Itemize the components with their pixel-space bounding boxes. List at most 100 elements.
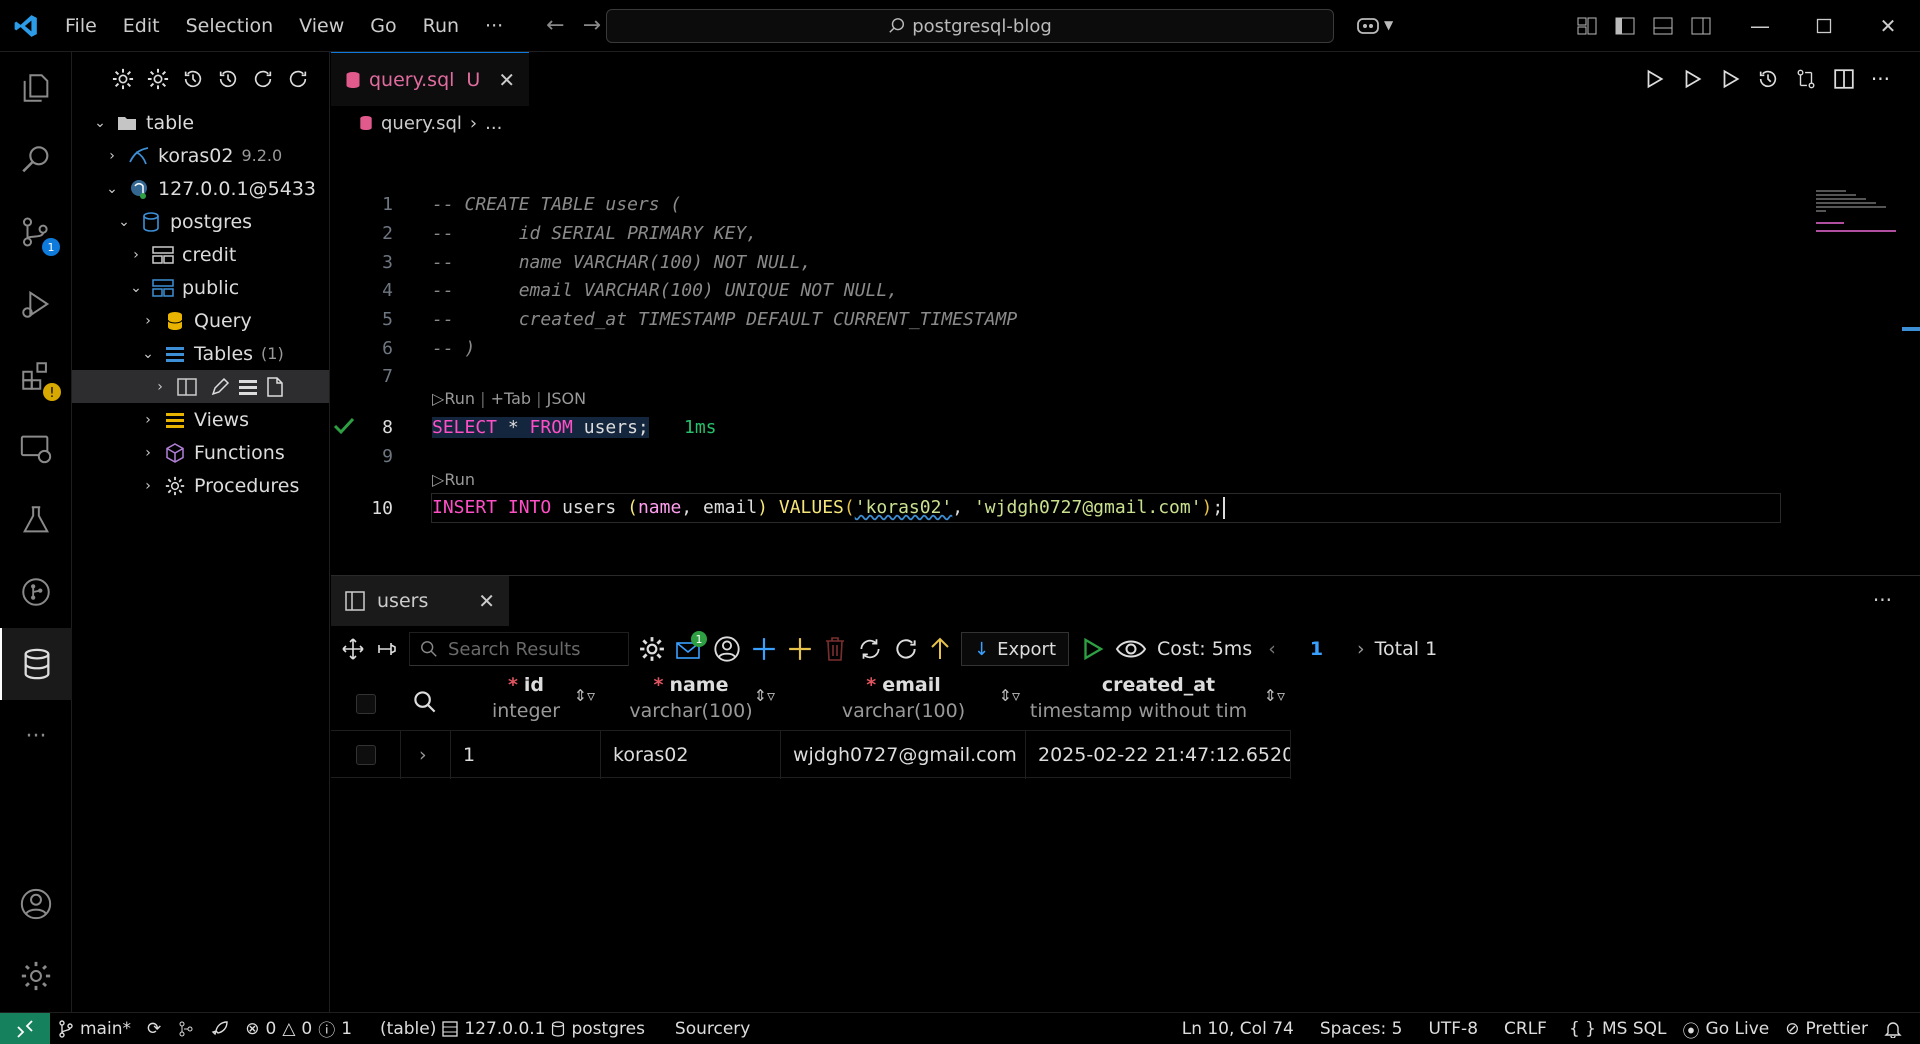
run-debug-icon[interactable] [0,268,72,340]
testing-flask-icon[interactable] [0,484,72,556]
next-page-icon[interactable]: › [1357,638,1365,660]
select-all-checkbox[interactable] [356,694,376,714]
sort-filter-icon[interactable]: ⇕▿ [1264,686,1285,705]
vscode-logo-icon[interactable] [0,0,52,52]
cell-name[interactable]: koras02 [601,731,781,779]
row-checkbox[interactable] [356,745,376,765]
toggle-panel-icon[interactable] [1644,0,1682,52]
maximize-icon[interactable] [1792,0,1856,52]
encoding[interactable]: UTF-8 [1420,1019,1486,1039]
remote-indicator-icon[interactable] [0,1012,50,1044]
expand-row-chevron-icon[interactable]: › [401,731,451,779]
sync-icon[interactable]: ⟳ [139,1019,169,1039]
tree-item-views[interactable]: › Views [72,403,329,436]
source-control-icon[interactable]: 1 [0,196,72,268]
sourcery-status[interactable]: Sourcery [667,1019,758,1039]
delete-trash-icon[interactable] [823,636,847,662]
remote-explorer-icon[interactable] [0,412,72,484]
tree-item-tables[interactable]: ⌄ Tables (1) [72,337,329,370]
more-views-icon[interactable]: ··· [0,700,72,772]
rocket-icon[interactable] [203,1020,237,1038]
refresh-icon[interactable] [893,636,919,662]
explorer-icon[interactable] [0,52,72,124]
database-view-icon[interactable] [0,628,72,700]
sync-icon[interactable] [857,636,883,662]
eye-icon[interactable] [1115,637,1147,661]
refresh-icon[interactable] [252,68,274,90]
close-window-icon[interactable]: ✕ [1856,0,1920,52]
extensions-icon[interactable]: ! [0,340,72,412]
toggle-secondary-sidebar-icon[interactable] [1682,0,1720,52]
code-editor[interactable]: 1 -- CREATE TABLE users ( 2 -- id SERIAL P… [331,52,1811,575]
settings-gear-icon[interactable] [112,68,134,90]
tree-item-users-table[interactable]: › [72,370,329,403]
git-graph-icon[interactable] [0,556,72,628]
tree-item-schema-public[interactable]: ⌄ public [72,271,329,304]
tree-item-postgres-db[interactable]: ⌄ postgres [72,205,329,238]
connection-settings-gear-icon[interactable] [147,68,169,90]
edit-pencil-icon[interactable] [210,377,230,397]
cell-created-at[interactable]: 2025-02-22 21:47:12.652075 [1026,731,1291,779]
search-icon[interactable] [413,690,437,714]
minimize-icon[interactable]: — [1728,0,1792,52]
settings-gear-icon[interactable] [639,636,665,662]
column-header-id[interactable]: * id integer ⇕▿ [451,672,601,730]
arrow-up-icon[interactable] [929,636,951,662]
tab-users-results[interactable]: users ✕ [331,576,509,626]
add-column-icon[interactable] [787,636,813,662]
tree-item-query[interactable]: › Query [72,304,329,337]
search-view-icon[interactable] [0,124,72,196]
column-header-name[interactable]: * name varchar(100) ⇕▿ [601,672,781,730]
document-icon[interactable] [266,376,284,397]
panel-more-icon[interactable]: ··· [1873,588,1892,612]
git-graph-icon[interactable] [169,1020,203,1038]
back-arrow-icon[interactable]: ← [546,13,564,38]
active-connection[interactable]: (table) 127.0.0.1 postgres [372,1019,653,1039]
command-center-search[interactable]: postgresql-blog [606,9,1334,43]
language-mode[interactable]: { } MS SQL [1561,1019,1675,1039]
user-icon[interactable] [713,635,741,663]
table-row[interactable]: › 1 koras02 wjdgh0727@gmail.com 2025-02-… [331,730,1291,779]
tree-item-schema-credit[interactable]: › credit [72,238,329,271]
end-of-line[interactable]: CRLF [1496,1019,1555,1039]
tree-item-postgres-connection[interactable]: ⌄ 127.0.0.1@5433 [72,172,329,205]
tree-item-functions[interactable]: › Functions [72,436,329,469]
customize-layout-icon[interactable] [1568,0,1606,52]
go-live[interactable]: ⦿ Go Live [1675,1017,1778,1042]
execute-play-icon[interactable] [1079,636,1105,662]
toggle-sidebar-icon[interactable] [1606,0,1644,52]
cell-email[interactable]: wjdgh0727@gmail.com [781,731,1026,779]
column-header-created-at[interactable]: created_at timestamp without tim ⇕▿ [1026,672,1291,730]
tree-item-table[interactable]: ⌄ table [72,106,329,139]
problems-indicator[interactable]: ⊗ 0 △ 0 ⓘ 1 [237,1016,360,1042]
menu-selection[interactable]: Selection [173,15,287,37]
list-icon[interactable] [238,378,258,396]
codelens-tab[interactable]: Tab [504,389,531,408]
menu-file[interactable]: File [52,15,110,37]
tree-item-koras02[interactable]: › koras02 9.2.0 [72,139,329,172]
prettier[interactable]: ⊘ Prettier [1777,1019,1876,1039]
manage-gear-icon[interactable] [0,940,72,1012]
menu-more[interactable]: ··· [472,15,516,37]
sort-filter-icon[interactable]: ⇕▿ [999,686,1020,705]
menu-go[interactable]: Go [357,15,409,37]
forward-arrow-icon[interactable]: → [583,13,601,38]
codelens-run[interactable]: Run [444,470,475,489]
search-results-input[interactable] [448,638,608,660]
pin-icon[interactable] [375,637,399,661]
indentation[interactable]: Spaces: 5 [1312,1019,1411,1039]
history-alt-icon[interactable] [217,68,239,90]
codelens-json[interactable]: JSON [547,389,586,408]
prev-page-icon[interactable]: ‹ [1268,638,1276,660]
notifications-bell-icon[interactable] [1876,1020,1910,1038]
sort-filter-icon[interactable]: ⇕▿ [574,686,595,705]
history-icon[interactable] [182,68,204,90]
reload-icon[interactable] [287,68,309,90]
move-icon[interactable] [341,637,365,661]
account-icon[interactable] [0,868,72,940]
menu-view[interactable]: View [286,15,357,37]
codelens-run[interactable]: Run [444,389,475,408]
export-button[interactable]: ↓ Export [961,632,1070,666]
cursor-position[interactable]: Ln 10, Col 74 [1174,1019,1302,1039]
add-row-icon[interactable] [751,636,777,662]
